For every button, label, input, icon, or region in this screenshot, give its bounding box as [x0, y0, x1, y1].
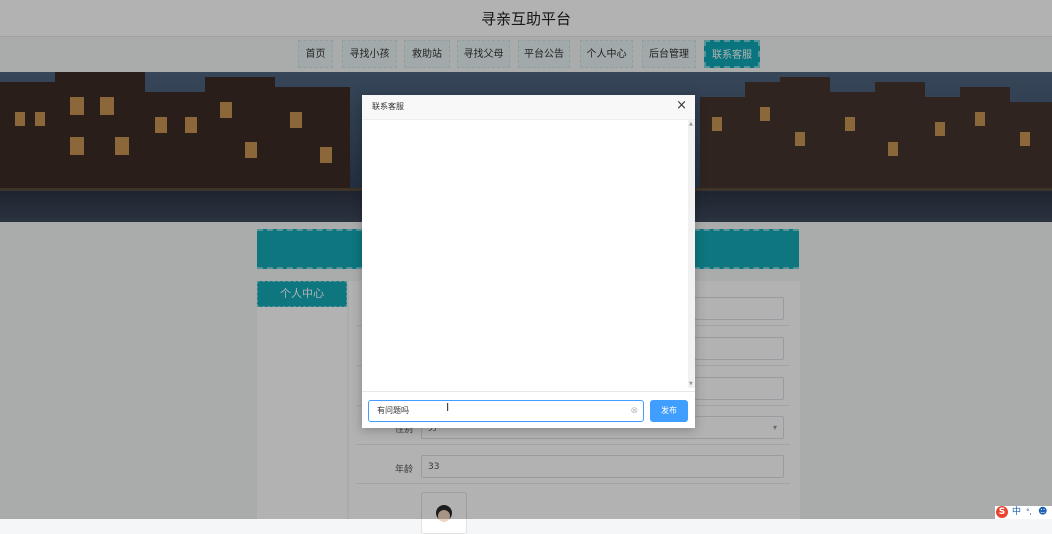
ime-indicator[interactable]: S 中 °, ☻ — [995, 506, 1052, 519]
customer-service-dialog: 联系客服 × ▲ ▼ 有问题吗 ⊗ I 发布 — [362, 95, 695, 428]
dialog-title: 联系客服 — [372, 102, 404, 111]
text-cursor-icon: I — [446, 401, 450, 414]
ime-face-icon: ☻ — [1038, 507, 1048, 517]
message-input-value: 有问题吗 — [377, 406, 409, 415]
close-icon[interactable]: × — [676, 98, 687, 114]
ime-language: 中 — [1012, 507, 1022, 517]
scroll-up-icon[interactable]: ▲ — [689, 121, 693, 127]
ime-logo-icon: S — [996, 506, 1008, 518]
dialog-divider — [362, 391, 695, 392]
clear-icon[interactable]: ⊗ — [630, 401, 638, 421]
send-button[interactable]: 发布 — [650, 400, 688, 422]
dialog-header: 联系客服 × — [362, 95, 695, 120]
message-input[interactable]: 有问题吗 ⊗ — [368, 400, 644, 422]
chat-scrollbar[interactable]: ▲ ▼ — [688, 120, 695, 388]
ime-punct-icon: °, — [1026, 508, 1032, 516]
scroll-down-icon[interactable]: ▼ — [689, 381, 693, 387]
chat-messages-area — [362, 120, 688, 388]
